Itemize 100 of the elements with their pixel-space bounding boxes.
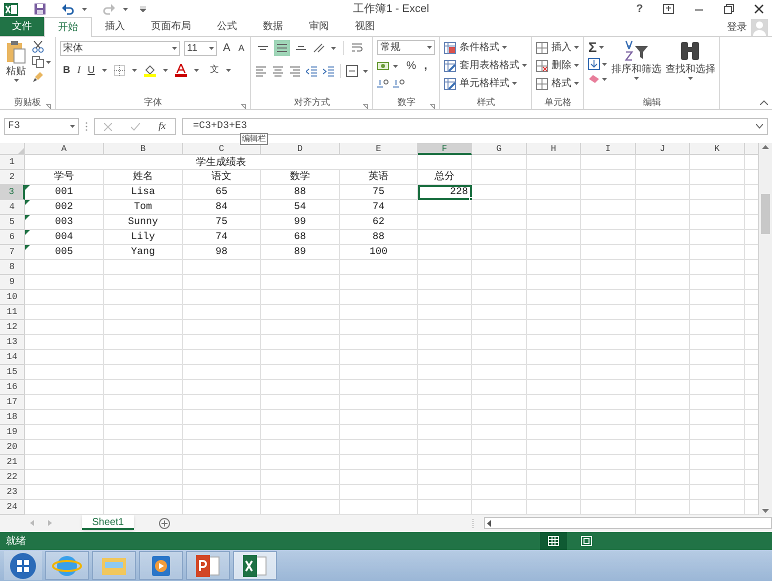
table-cell[interactable] <box>183 320 261 335</box>
table-cell[interactable] <box>636 275 690 290</box>
table-cell[interactable] <box>581 305 636 320</box>
table-cell[interactable] <box>25 395 104 410</box>
table-cell[interactable] <box>472 455 527 470</box>
grow-font-button[interactable]: A <box>221 40 232 56</box>
ribbon-tab[interactable]: 开始 <box>44 17 92 37</box>
row-header[interactable]: 15 <box>0 365 25 380</box>
customize-icon[interactable] <box>140 6 146 12</box>
caret-icon[interactable] <box>331 46 336 50</box>
table-cell[interactable] <box>527 485 581 500</box>
cancel-icon[interactable] <box>104 122 112 130</box>
scroll-left-icon[interactable] <box>487 520 491 526</box>
table-cell[interactable] <box>636 440 690 455</box>
table-cell[interactable] <box>418 395 472 410</box>
table-cell[interactable] <box>104 305 183 320</box>
sort-filter-icon[interactable] <box>623 40 650 62</box>
table-cell[interactable] <box>25 410 104 425</box>
table-cell[interactable] <box>25 485 104 500</box>
table-cell[interactable] <box>418 320 472 335</box>
table-cell[interactable] <box>261 350 340 365</box>
table-cell[interactable] <box>581 350 636 365</box>
table-cell[interactable] <box>581 230 636 245</box>
table-cell[interactable]: Lisa <box>104 185 183 200</box>
table-cell[interactable] <box>418 155 472 170</box>
table-cell[interactable] <box>183 440 261 455</box>
format-painter-icon[interactable] <box>32 71 44 83</box>
table-cell[interactable] <box>418 380 472 395</box>
table-cell[interactable] <box>636 485 690 500</box>
dialog-launcher-icon[interactable] <box>363 104 368 109</box>
table-cell[interactable] <box>261 365 340 380</box>
styles-menu-button[interactable]: 套用表格格式 <box>444 58 528 73</box>
table-cell[interactable] <box>418 470 472 485</box>
table-cell[interactable] <box>636 305 690 320</box>
font-name-field[interactable]: 宋体 <box>60 40 180 56</box>
table-cell[interactable] <box>581 365 636 380</box>
clipboard-icon[interactable] <box>6 40 26 64</box>
row-header[interactable]: 4 <box>0 200 25 215</box>
row-header[interactable]: 12 <box>0 320 25 335</box>
scroll-up-icon[interactable] <box>762 145 769 149</box>
binoculars-icon[interactable] <box>679 40 702 62</box>
column-header[interactable]: I <box>581 143 636 155</box>
table-cell[interactable] <box>636 215 690 230</box>
vertical-scrollbar[interactable] <box>758 143 772 515</box>
cut-icon[interactable] <box>32 41 44 53</box>
table-cell[interactable] <box>418 350 472 365</box>
table-cell[interactable] <box>25 440 104 455</box>
table-cell[interactable] <box>104 350 183 365</box>
table-cell[interactable] <box>636 410 690 425</box>
table-cell[interactable] <box>690 410 745 425</box>
more-options-icon[interactable] <box>85 122 88 131</box>
row-header[interactable]: 9 <box>0 275 25 290</box>
styles-menu-button[interactable]: 条件格式 <box>444 40 528 55</box>
scrollbar-thumb[interactable] <box>761 194 770 234</box>
cells-menu-button[interactable]: 格式 <box>536 76 580 91</box>
table-cell[interactable]: 75 <box>183 215 261 230</box>
row-header[interactable]: 2 <box>0 170 25 185</box>
ribbon-tab[interactable]: 公式 <box>204 17 250 36</box>
table-cell[interactable] <box>25 350 104 365</box>
caret-icon[interactable] <box>574 82 580 85</box>
table-cell[interactable]: 002 <box>25 200 104 215</box>
table-cell[interactable] <box>340 425 418 440</box>
next-sheet-icon[interactable] <box>48 520 52 526</box>
table-cell[interactable] <box>472 185 527 200</box>
table-cell[interactable] <box>418 200 472 215</box>
table-cell[interactable] <box>104 425 183 440</box>
ribbon-tab[interactable]: 审阅 <box>296 17 342 36</box>
caret-icon[interactable] <box>102 68 107 72</box>
check-icon[interactable] <box>130 122 140 130</box>
caret-icon[interactable] <box>132 68 137 72</box>
table-cell[interactable] <box>636 470 690 485</box>
table-cell[interactable] <box>690 455 745 470</box>
phonetic-button[interactable]: 文 <box>210 63 219 77</box>
table-cell[interactable] <box>340 380 418 395</box>
caret-icon[interactable] <box>512 82 518 85</box>
table-cell[interactable]: Yang <box>104 245 183 260</box>
table-cell[interactable] <box>418 455 472 470</box>
table-cell[interactable] <box>25 455 104 470</box>
ribbon-tab[interactable]: 文件 <box>0 17 44 36</box>
table-cell[interactable]: 004 <box>25 230 104 245</box>
table-cell[interactable]: 54 <box>261 200 340 215</box>
table-cell[interactable] <box>183 410 261 425</box>
table-cell[interactable] <box>527 260 581 275</box>
row-header[interactable]: 23 <box>0 485 25 500</box>
row-header[interactable]: 10 <box>0 290 25 305</box>
dialog-launcher-icon[interactable] <box>46 104 51 109</box>
caret-icon[interactable] <box>123 8 128 10</box>
table-cell[interactable] <box>690 380 745 395</box>
table-cell[interactable] <box>340 275 418 290</box>
caret-icon[interactable] <box>427 46 432 49</box>
table-cell[interactable] <box>690 425 745 440</box>
fill-color-icon[interactable] <box>144 64 156 76</box>
row-header[interactable]: 5 <box>0 215 25 230</box>
table-cell[interactable] <box>25 425 104 440</box>
table-cell[interactable] <box>104 455 183 470</box>
table-cell[interactable] <box>527 170 581 185</box>
table-cell[interactable]: 68 <box>261 230 340 245</box>
table-cell[interactable] <box>261 290 340 305</box>
table-cell[interactable] <box>527 380 581 395</box>
table-cell[interactable] <box>690 230 745 245</box>
